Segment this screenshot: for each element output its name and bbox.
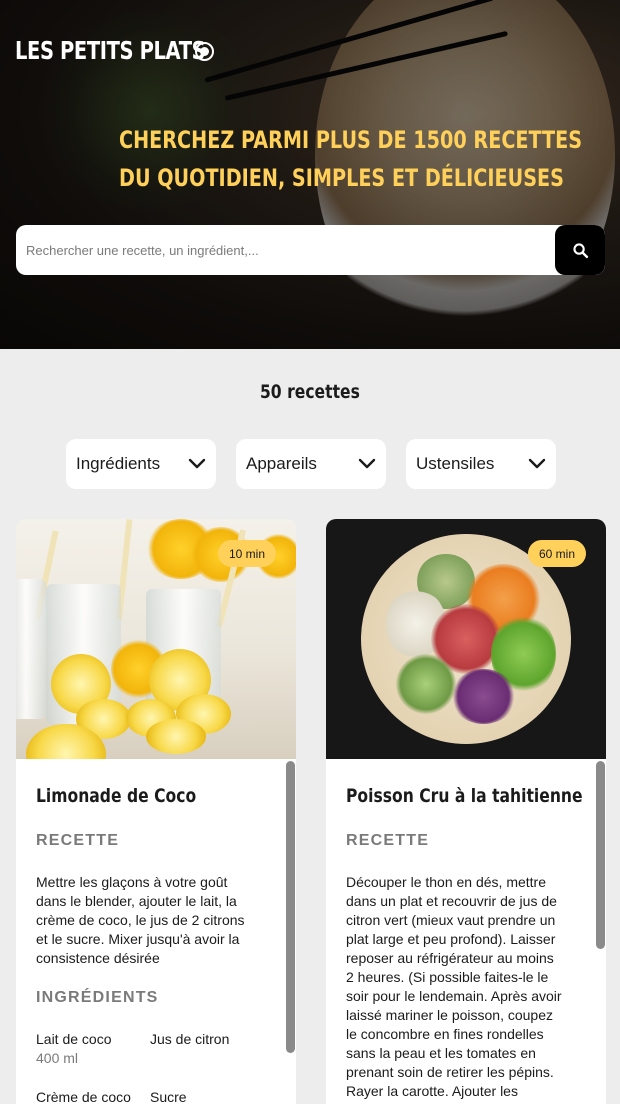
headline-line-2: DU QUOTIDIEN, SIMPLES ET DÉLICIEUSES	[119, 164, 564, 192]
chevron-down-icon	[358, 458, 376, 469]
headline-line-1: CHERCHEZ PARMI PLUS DE 1500 RECETTES	[119, 126, 583, 154]
search-bar	[16, 225, 605, 275]
filter-label: Appareils	[246, 454, 317, 473]
time-badge: 10 min	[217, 540, 276, 567]
logo-mark-icon	[195, 42, 214, 61]
hero-banner: LES PETITS PLATS CHERCHEZ PARMI PLUS DE …	[0, 0, 620, 349]
recipe-body: Poisson Cru à la tahitienne RECETTE Déco…	[326, 759, 606, 1104]
filter-ingredients[interactable]: Ingrédients	[66, 439, 216, 489]
search-button[interactable]	[555, 225, 605, 275]
recipe-card-poisson-cru[interactable]: 60 min Poisson Cru à la tahitienne RECET…	[326, 519, 606, 1104]
card-scrollbar[interactable]	[286, 761, 295, 1053]
recipe-count: 50 recettes	[260, 381, 360, 403]
ingredient-item: Jus de citron	[150, 1031, 230, 1047]
recipe-description: Découper le thon en dés, mettre dans un …	[346, 874, 562, 1099]
hero-headline: CHERCHEZ PARMI PLUS DE 1500 RECETTES DU …	[119, 121, 582, 197]
recipe-section-heading: RECETTE	[346, 832, 430, 849]
card-scrollbar[interactable]	[596, 761, 605, 949]
time-badge: 60 min	[527, 540, 586, 567]
filter-appareils[interactable]: Appareils	[236, 439, 386, 489]
ingredient-item: Sucre	[150, 1089, 187, 1104]
ingredient-item: Crème de coco	[36, 1089, 131, 1104]
recipe-description: Mettre les glaçons à votre goût dans le …	[36, 874, 245, 966]
chevron-down-icon	[188, 458, 206, 469]
recipe-title: Limonade de Coco	[36, 785, 197, 807]
chevron-down-icon	[528, 458, 546, 469]
recipe-body: Limonade de Coco RECETTE Mettre les glaç…	[16, 759, 296, 1104]
filter-label: Ingrédients	[76, 454, 161, 473]
site-logo[interactable]: LES PETITS PLATS	[15, 36, 206, 65]
recipe-image: 10 min	[16, 519, 296, 759]
filter-ustensiles[interactable]: Ustensiles	[406, 439, 556, 489]
recipe-title: Poisson Cru à la tahitienne	[346, 785, 583, 807]
recipe-section-heading: RECETTE	[36, 832, 120, 849]
recipe-card-limonade[interactable]: 10 min Limonade de Coco RECETTE Mettre l…	[16, 519, 296, 1104]
ingredient-item: Lait de coco 400 ml	[36, 1031, 112, 1066]
ingredients-heading: INGRÉDIENTS	[36, 989, 159, 1006]
filter-label: Ustensiles	[416, 454, 495, 473]
search-input[interactable]	[16, 225, 555, 275]
recipe-image: 60 min	[326, 519, 606, 759]
search-icon	[572, 242, 588, 258]
